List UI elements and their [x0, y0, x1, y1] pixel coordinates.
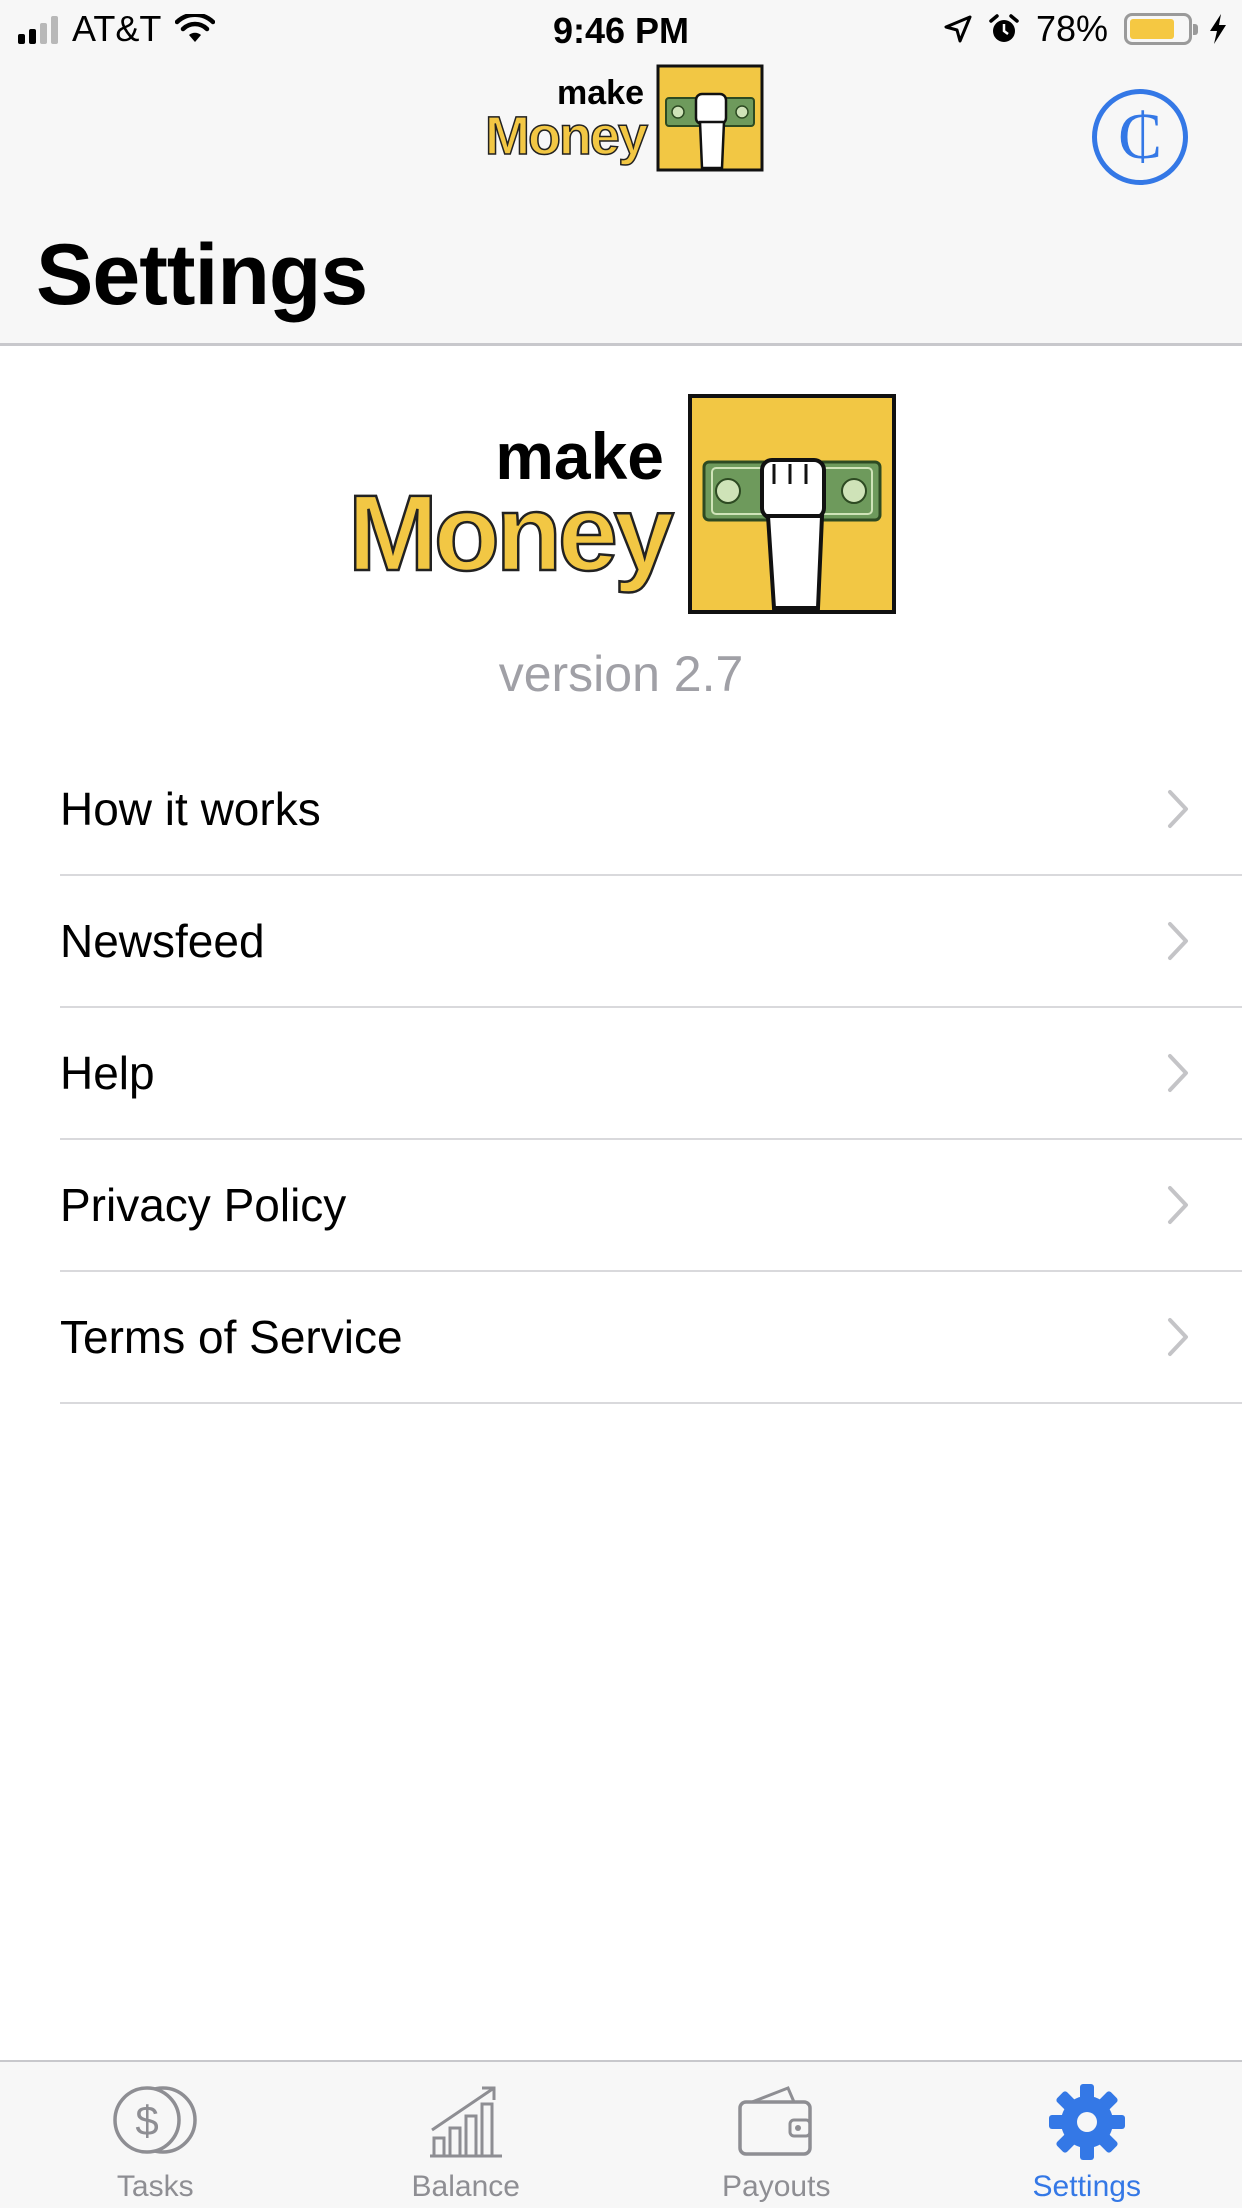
tab-label: Balance: [411, 2170, 520, 2203]
menu-item-label: How it works: [60, 783, 321, 835]
brand-logo: make Money: [347, 394, 896, 614]
chevron-right-icon: [1168, 922, 1188, 960]
tab-label: Tasks: [116, 2170, 194, 2203]
coins-icon: $: [113, 2086, 197, 2154]
location-arrow-icon: [944, 15, 972, 43]
page-title: Settings: [36, 227, 368, 323]
logo-money-text: Money: [485, 106, 648, 166]
coin-balance-button[interactable]: ₵: [1092, 89, 1188, 185]
tab-label: Settings: [1032, 2170, 1141, 2203]
status-bar: AT&T 9:46 PM 78%: [0, 0, 1242, 60]
battery-percent: 78%: [1035, 8, 1108, 49]
app-version: version 2.7: [498, 646, 744, 702]
tab-tasks[interactable]: $ Tasks: [0, 2062, 311, 2208]
coin-icon: ₵: [1117, 100, 1163, 173]
menu-item-help[interactable]: Help: [60, 1008, 1242, 1140]
tab-balance[interactable]: Balance: [311, 2062, 622, 2208]
wallet-icon: [738, 2086, 812, 2156]
chevron-right-icon: [1168, 790, 1188, 828]
brand-money-text: Money: [348, 472, 674, 593]
chevron-right-icon: [1168, 1054, 1188, 1092]
tab-payouts[interactable]: Payouts: [621, 2062, 932, 2208]
battery-icon: [1124, 13, 1198, 45]
status-right: 78%: [944, 8, 1228, 50]
tab-label: Payouts: [722, 2170, 831, 2203]
menu-item-newsfeed[interactable]: Newsfeed: [60, 876, 1242, 1008]
nav-header: make Money ₵ Settings: [0, 60, 1242, 346]
menu-item-label: Privacy Policy: [60, 1179, 347, 1231]
menu-item-label: Help: [60, 1047, 155, 1099]
menu-item-how-it-works[interactable]: How it works: [60, 744, 1242, 876]
menu-item-privacy-policy[interactable]: Privacy Policy: [60, 1140, 1242, 1272]
tab-bar: $ Tasks Balance Payouts Settings: [0, 2060, 1242, 2208]
chevron-right-icon: [1168, 1318, 1188, 1356]
menu-item-label: Newsfeed: [60, 915, 265, 967]
chevron-right-icon: [1168, 1186, 1188, 1224]
alarm-icon: [989, 14, 1019, 42]
menu-item-label: Terms of Service: [60, 1311, 403, 1363]
svg-text:$: $: [136, 2097, 159, 2144]
settings-screen: AT&T 9:46 PM 78% make Money ₵ Settings m…: [0, 0, 1242, 2208]
tab-settings[interactable]: Settings: [932, 2062, 1242, 2208]
charging-bolt-icon: [1210, 14, 1226, 44]
bar-chart-icon: [429, 2086, 502, 2158]
gear-icon: [1048, 2084, 1125, 2160]
menu-item-terms-of-service[interactable]: Terms of Service: [60, 1272, 1242, 1404]
make-money-logo: make Money: [484, 64, 764, 172]
settings-menu: How it works Newsfeed Help Privacy Polic…: [0, 744, 1242, 1404]
